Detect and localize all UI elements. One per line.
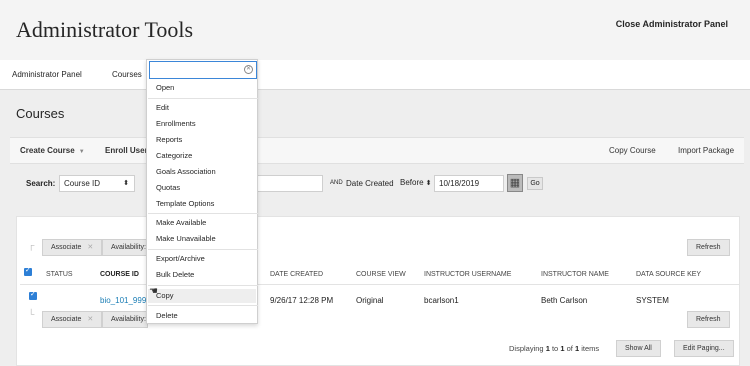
- associate-button-bottom[interactable]: Associate ✕: [42, 311, 103, 328]
- date-input[interactable]: 10/18/2019: [434, 175, 504, 192]
- search-field-select[interactable]: Course ID ⬍: [59, 175, 135, 192]
- menu-item-bulk-delete[interactable]: Bulk Delete: [156, 270, 194, 279]
- create-course-button[interactable]: Create Course ▼: [20, 146, 85, 155]
- date-operator-select[interactable]: Before ⬍: [396, 175, 433, 192]
- page-title: Administrator Tools: [16, 17, 194, 42]
- data-source-key-cell: SYSTEM: [636, 296, 669, 305]
- menu-divider: [148, 285, 258, 286]
- show-all-button[interactable]: Show All: [616, 340, 661, 357]
- menu-divider: [148, 305, 258, 306]
- import-package-button[interactable]: Import Package: [678, 146, 734, 155]
- column-header-course-view[interactable]: COURSE VIEW: [356, 271, 406, 278]
- availability-button-bottom[interactable]: Availability:: [102, 311, 148, 328]
- updown-arrow-icon: ⬍: [123, 180, 129, 187]
- menu-item-make-unavailable[interactable]: Make Unavailable: [156, 234, 216, 243]
- copy-course-button[interactable]: Copy Course: [609, 146, 656, 155]
- menu-search-input[interactable]: ✕: [149, 61, 257, 79]
- action-bar: Create Course ▼ Enroll Users Copy Course …: [10, 137, 744, 164]
- breadcrumb: Administrator Panel Courses: [0, 60, 750, 90]
- and-label: AND: [330, 180, 343, 186]
- instructor-username-cell: bcarlson1: [424, 296, 459, 305]
- course-view-cell: Original: [356, 296, 384, 305]
- tree-branch-icon: ┌: [28, 240, 35, 250]
- breadcrumb-admin-panel[interactable]: Administrator Panel: [12, 70, 82, 79]
- column-header-instructor-username[interactable]: INSTRUCTOR USERNAME: [424, 271, 511, 278]
- column-header-status[interactable]: STATUS: [46, 271, 73, 278]
- breadcrumb-courses[interactable]: Courses: [112, 70, 142, 79]
- menu-item-delete[interactable]: Delete: [156, 311, 178, 320]
- associate-button-top[interactable]: Associate ✕: [42, 239, 103, 256]
- menu-divider: [148, 213, 258, 214]
- menu-item-make-available[interactable]: Make Available: [156, 218, 206, 227]
- pagination-of-word: of: [566, 344, 573, 353]
- menu-item-goals-association[interactable]: Goals Association: [156, 167, 216, 176]
- column-header-data-source-key[interactable]: DATA SOURCE KEY: [636, 271, 701, 278]
- menu-item-enrollments[interactable]: Enrollments: [156, 119, 196, 128]
- pagination-to: 1: [560, 344, 565, 353]
- search-label: Search:: [26, 179, 56, 188]
- hand-cursor-icon: ☚: [149, 286, 158, 297]
- menu-item-reports[interactable]: Reports: [156, 135, 182, 144]
- menu-item-export-archive[interactable]: Export/Archive: [156, 254, 205, 263]
- date-created-cell: 9/26/17 12:28 PM: [270, 296, 334, 305]
- menu-item-copy[interactable]: Copy: [156, 291, 174, 300]
- pagination-from: 1: [545, 344, 550, 353]
- refresh-button-bottom[interactable]: Refresh: [687, 311, 730, 328]
- close-icon: ✕: [87, 244, 94, 251]
- search-row: Search: Course ID ⬍ AND Date Created Befo…: [0, 172, 750, 196]
- associate-label: Associate: [51, 244, 82, 251]
- course-id-link[interactable]: bio_101_999: [100, 296, 146, 305]
- associate-label: Associate: [51, 316, 82, 323]
- chevron-down-icon: ▼: [78, 149, 85, 155]
- menu-divider: [148, 249, 258, 250]
- menu-item-open[interactable]: Open: [156, 83, 174, 92]
- pagination-to-word: to: [551, 344, 559, 353]
- search-field-value: Course ID: [64, 179, 101, 188]
- column-header-instructor-name[interactable]: INSTRUCTOR NAME: [541, 271, 609, 278]
- menu-item-edit[interactable]: Edit: [156, 103, 169, 112]
- select-all-checkbox[interactable]: [24, 266, 32, 276]
- create-course-label: Create Course: [20, 146, 75, 155]
- row-checkbox[interactable]: [29, 290, 37, 300]
- updown-arrow-icon: ⬍: [425, 180, 432, 187]
- availability-button-top[interactable]: Availability:: [102, 239, 148, 256]
- course-context-menu: ✕ Open Edit Enrollments Reports Categori…: [146, 59, 258, 324]
- close-admin-panel-link[interactable]: Close Administrator Panel: [616, 19, 728, 29]
- menu-item-categorize[interactable]: Categorize: [156, 151, 192, 160]
- date-operator-value: Before: [400, 178, 424, 187]
- edit-paging-button[interactable]: Edit Paging...: [674, 340, 734, 357]
- divider: [20, 284, 740, 285]
- tree-branch-icon: └: [28, 309, 35, 319]
- menu-divider: [148, 98, 258, 99]
- refresh-button-top[interactable]: Refresh: [687, 239, 730, 256]
- go-button[interactable]: Go: [527, 177, 543, 190]
- menu-item-template-options[interactable]: Template Options: [156, 199, 214, 208]
- column-header-date-created[interactable]: DATE CREATED: [270, 271, 323, 278]
- column-header-course-id[interactable]: COURSE ID: [100, 271, 139, 278]
- search-input[interactable]: [257, 175, 323, 192]
- header-bar: Administrator Tools Close Administrator …: [0, 0, 750, 60]
- section-title: Courses: [16, 106, 65, 121]
- pagination-suffix: items: [581, 344, 600, 353]
- close-icon: ✕: [87, 316, 94, 323]
- menu-item-quotas[interactable]: Quotas: [156, 183, 180, 192]
- pagination-total: 1: [574, 344, 580, 353]
- pagination-summary: Displaying 1 to 1 of 1 items: [509, 344, 599, 353]
- instructor-name-cell: Beth Carlson: [541, 296, 588, 305]
- date-created-label: Date Created: [346, 179, 394, 188]
- clear-icon[interactable]: ✕: [244, 65, 253, 74]
- pagination-prefix: Displaying: [509, 344, 544, 353]
- calendar-icon[interactable]: ▦: [507, 174, 523, 192]
